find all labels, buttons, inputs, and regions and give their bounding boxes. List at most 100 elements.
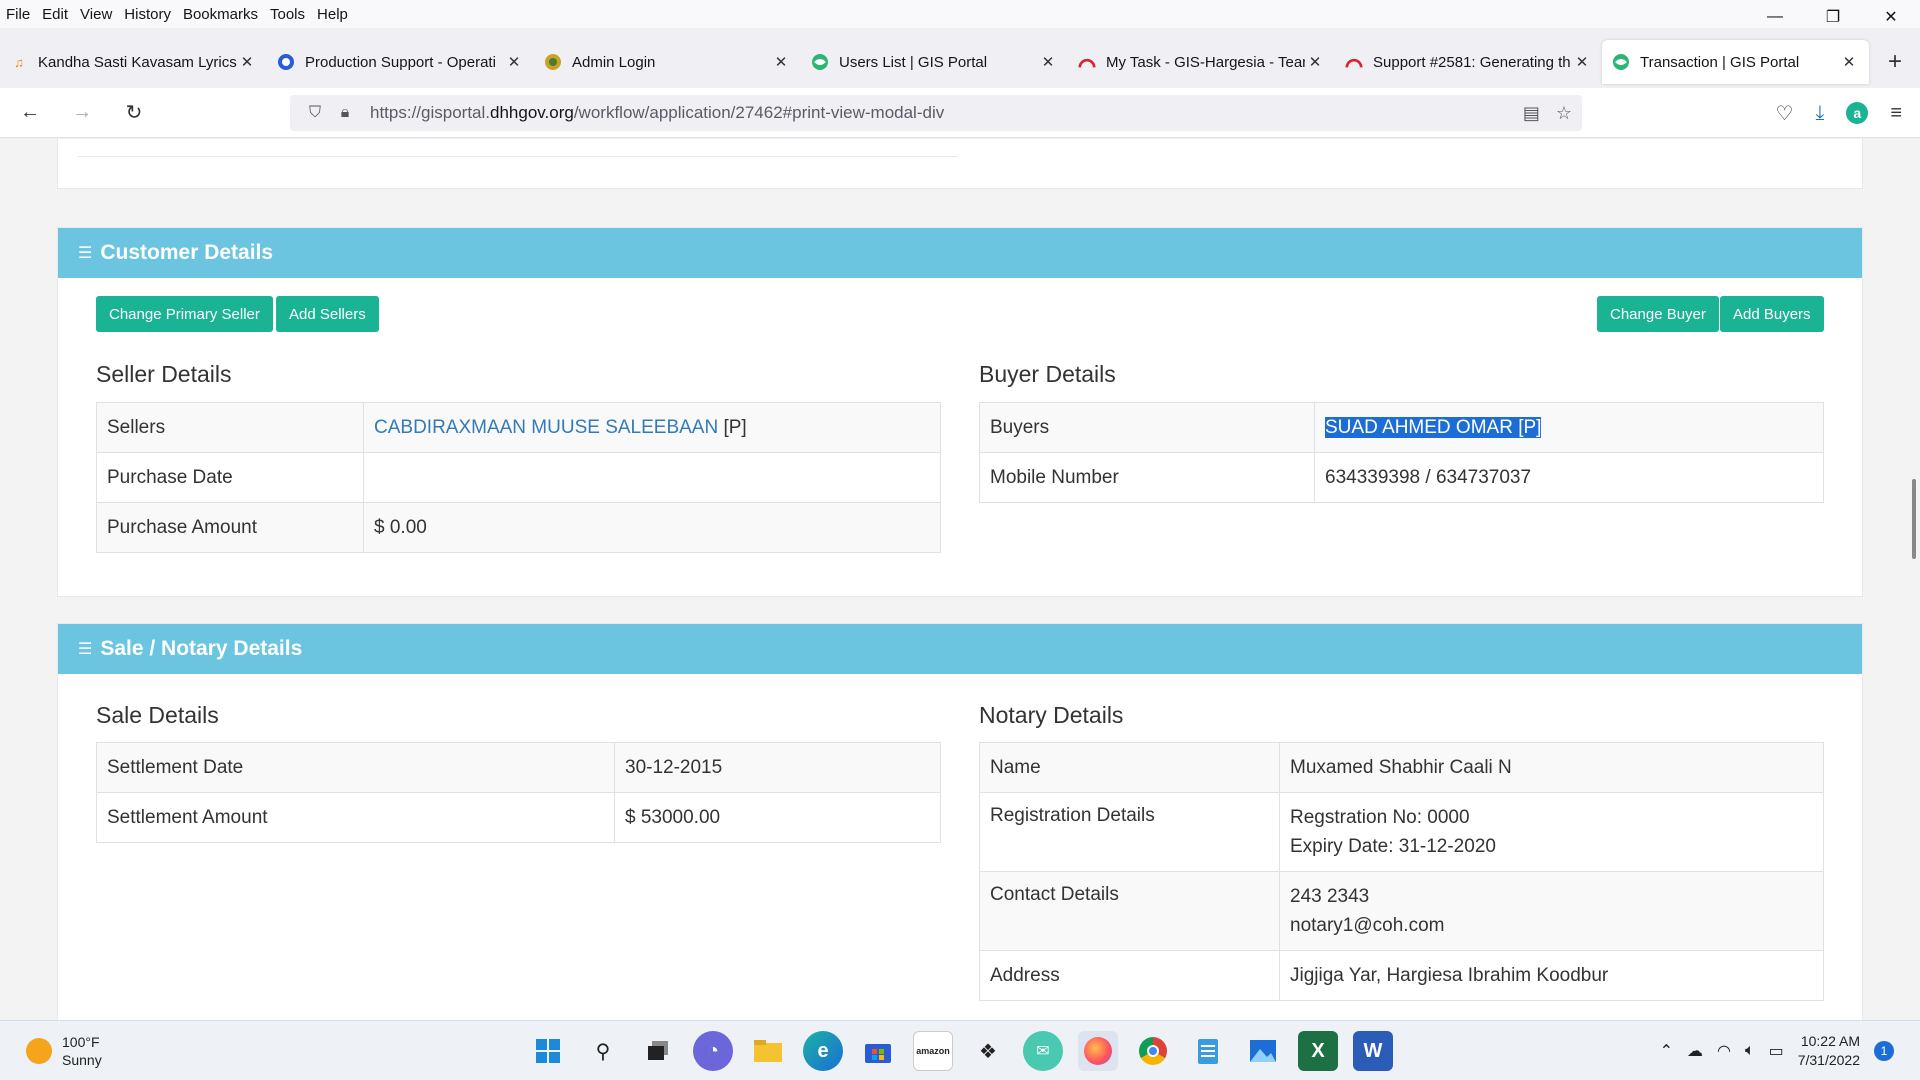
menu-view[interactable]: View xyxy=(74,6,118,23)
pocket-icon[interactable]: ♡ xyxy=(1776,101,1794,126)
menu-edit[interactable]: Edit xyxy=(36,6,74,23)
menu-bar: File Edit View History Bookmarks Tools H… xyxy=(0,0,1920,28)
restore-button[interactable]: ❐ xyxy=(1804,0,1862,34)
tab-users-list[interactable]: Users List | GIS Portal ✕ xyxy=(801,40,1068,84)
close-icon[interactable]: ✕ xyxy=(237,53,257,71)
seller-link[interactable]: CABDIRAXMAAN MUUSE SALEEBAAN xyxy=(374,417,718,438)
weather-widget[interactable]: 100°F Sunny xyxy=(26,1033,102,1069)
word-icon[interactable]: W xyxy=(1353,1031,1393,1071)
menu-file[interactable]: File xyxy=(0,6,36,23)
close-icon[interactable]: ✕ xyxy=(1572,53,1592,71)
close-window-button[interactable]: ✕ xyxy=(1862,0,1920,34)
reload-icon[interactable]: ↻ xyxy=(112,91,156,135)
tab-title: Admin Login xyxy=(572,53,656,71)
mobile-number-label: Mobile Number xyxy=(979,452,1315,503)
temperature: 100°F xyxy=(62,1034,100,1050)
tab-title: My Task - GIS-Hargesia - Tean xyxy=(1106,53,1305,71)
previous-panel xyxy=(57,139,1863,189)
sale-notary-header: ☰ Sale / Notary Details xyxy=(58,624,1862,674)
clock[interactable]: 10:22 AM 7/31/2022 xyxy=(1798,1032,1860,1070)
tab-production-support[interactable]: Production Support - Operati ✕ xyxy=(267,40,534,84)
menu-tools[interactable]: Tools xyxy=(264,6,311,23)
purchase-amount-value: $ 0.00 xyxy=(363,502,941,553)
amazon-icon[interactable]: amazon xyxy=(913,1031,953,1071)
search-icon[interactable]: ⚲ xyxy=(583,1031,623,1071)
lock-icon[interactable]: 🔒︎ xyxy=(330,104,360,122)
close-icon[interactable]: ✕ xyxy=(771,53,791,71)
seller-details-table: Sellers CABDIRAXMAAN MUUSE SALEEBAAN [P]… xyxy=(96,402,941,553)
close-icon[interactable]: ✕ xyxy=(1305,53,1325,71)
address-value: Jigjiga Yar, Hargiesa Ibrahim Koodbur xyxy=(1279,950,1824,1001)
account-icon[interactable]: a xyxy=(1846,102,1869,124)
mobile-number-value: 634339398 / 634737037 xyxy=(1314,452,1824,503)
dropbox-icon[interactable]: ❖ xyxy=(968,1031,1008,1071)
store-icon[interactable] xyxy=(858,1031,898,1071)
close-icon[interactable]: ✕ xyxy=(1038,53,1058,71)
close-icon[interactable]: ✕ xyxy=(1839,53,1859,71)
menu-history[interactable]: History xyxy=(118,6,177,23)
tab-transaction[interactable]: Transaction | GIS Portal ✕ xyxy=(1602,40,1869,84)
music-icon: ♫ xyxy=(14,54,24,70)
task-view-icon[interactable] xyxy=(638,1031,678,1071)
table-row: Contact Details 243 2343 notary1@coh.com xyxy=(979,871,1824,951)
chrome-icon[interactable] xyxy=(1133,1031,1173,1071)
edge-icon[interactable]: e xyxy=(803,1031,843,1071)
purchase-date-value xyxy=(363,452,941,503)
taskbar: 100°F Sunny ⚲ ◔ e amazon ❖ ✉ X W ⌃ ☁ ◠ 🔈… xyxy=(0,1020,1920,1080)
url-text[interactable]: https://gisportal.dhhgov.org/workflow/ap… xyxy=(370,103,944,123)
forward-icon[interactable]: → xyxy=(60,91,104,135)
tab-strip: ♫ Kandha Sasti Kavasam Lyrics i ✕ Produc… xyxy=(0,40,1920,84)
menu-icon[interactable]: ≡ xyxy=(1890,102,1902,125)
tab-support-2581[interactable]: Support #2581: Generating th ✕ xyxy=(1335,40,1602,84)
chevron-up-icon[interactable]: ⌃ xyxy=(1660,1041,1673,1061)
tab-kandha-sasti[interactable]: ♫ Kandha Sasti Kavasam Lyrics i ✕ xyxy=(0,40,267,84)
add-sellers-button[interactable]: Add Sellers xyxy=(276,296,379,332)
customer-details-header: ☰ Customer Details xyxy=(58,228,1862,278)
registration-details-cell: Regstration No: 0000 Expiry Date: 31-12-… xyxy=(1279,792,1824,872)
messaging-icon[interactable]: ✉ xyxy=(1023,1031,1063,1071)
firefox-icon[interactable] xyxy=(1078,1031,1118,1071)
file-explorer-icon[interactable] xyxy=(748,1031,788,1071)
scroll-thumb[interactable] xyxy=(1912,479,1916,559)
menu-bookmarks[interactable]: Bookmarks xyxy=(177,6,264,23)
tab-my-task[interactable]: My Task - GIS-Hargesia - Tean ✕ xyxy=(1068,40,1335,84)
url-bar[interactable]: ⛉ 🔒︎ https://gisportal.dhhgov.org/workfl… xyxy=(290,95,1582,131)
change-primary-seller-button[interactable]: Change Primary Seller xyxy=(96,296,273,332)
tab-title: Production Support - Operati xyxy=(305,53,496,71)
back-icon[interactable]: ← xyxy=(8,91,52,135)
bookmark-star-icon[interactable]: ☆ xyxy=(1556,103,1572,124)
power-icon xyxy=(277,53,295,71)
downloads-icon[interactable]: ⤓ xyxy=(1815,102,1824,125)
table-row: Settlement Date 30-12-2015 xyxy=(96,742,941,793)
table-row: Purchase Date xyxy=(96,452,941,503)
change-buyer-button[interactable]: Change Buyer xyxy=(1597,296,1719,332)
windows-start-icon[interactable] xyxy=(528,1031,568,1071)
buyers-cell: SUAD AHMED OMAR [P] xyxy=(1314,402,1824,453)
contact-details-label: Contact Details xyxy=(979,871,1280,951)
settlement-amount-value: $ 53000.00 xyxy=(614,792,941,843)
close-icon[interactable]: ✕ xyxy=(504,53,524,71)
new-tab-button[interactable]: + xyxy=(1875,40,1915,84)
notification-badge[interactable]: 1 xyxy=(1874,1041,1894,1061)
notepad-icon[interactable] xyxy=(1188,1031,1228,1071)
menu-help[interactable]: Help xyxy=(311,6,354,23)
wifi-icon[interactable]: ◠ xyxy=(1717,1041,1731,1061)
excel-icon[interactable]: X xyxy=(1298,1031,1338,1071)
table-row: Name Muxamed Shabhir Caali N xyxy=(979,742,1824,793)
chat-icon[interactable]: ◔ xyxy=(693,1031,733,1071)
volume-icon[interactable]: 🔈︎ xyxy=(1745,1042,1755,1060)
tab-admin-login[interactable]: Admin Login ✕ xyxy=(534,40,801,84)
purchase-date-label: Purchase Date xyxy=(96,452,364,503)
shield-icon[interactable]: ⛉ xyxy=(300,104,330,122)
minimize-button[interactable]: — xyxy=(1746,0,1804,34)
tab-title: Kandha Sasti Kavasam Lyrics i xyxy=(38,53,237,71)
cloud-icon[interactable]: ☁ xyxy=(1687,1041,1703,1061)
photos-icon[interactable] xyxy=(1243,1031,1283,1071)
add-buyers-button[interactable]: Add Buyers xyxy=(1720,296,1824,332)
globe-icon xyxy=(1612,53,1630,71)
settlement-date-label: Settlement Date xyxy=(96,742,615,793)
reader-view-icon[interactable]: ▤ xyxy=(1523,103,1540,124)
buyers-value[interactable]: SUAD AHMED OMAR [P] xyxy=(1325,416,1542,438)
page-scrollbar[interactable] xyxy=(1906,139,1920,1020)
battery-icon[interactable]: ▭ xyxy=(1769,1041,1784,1061)
